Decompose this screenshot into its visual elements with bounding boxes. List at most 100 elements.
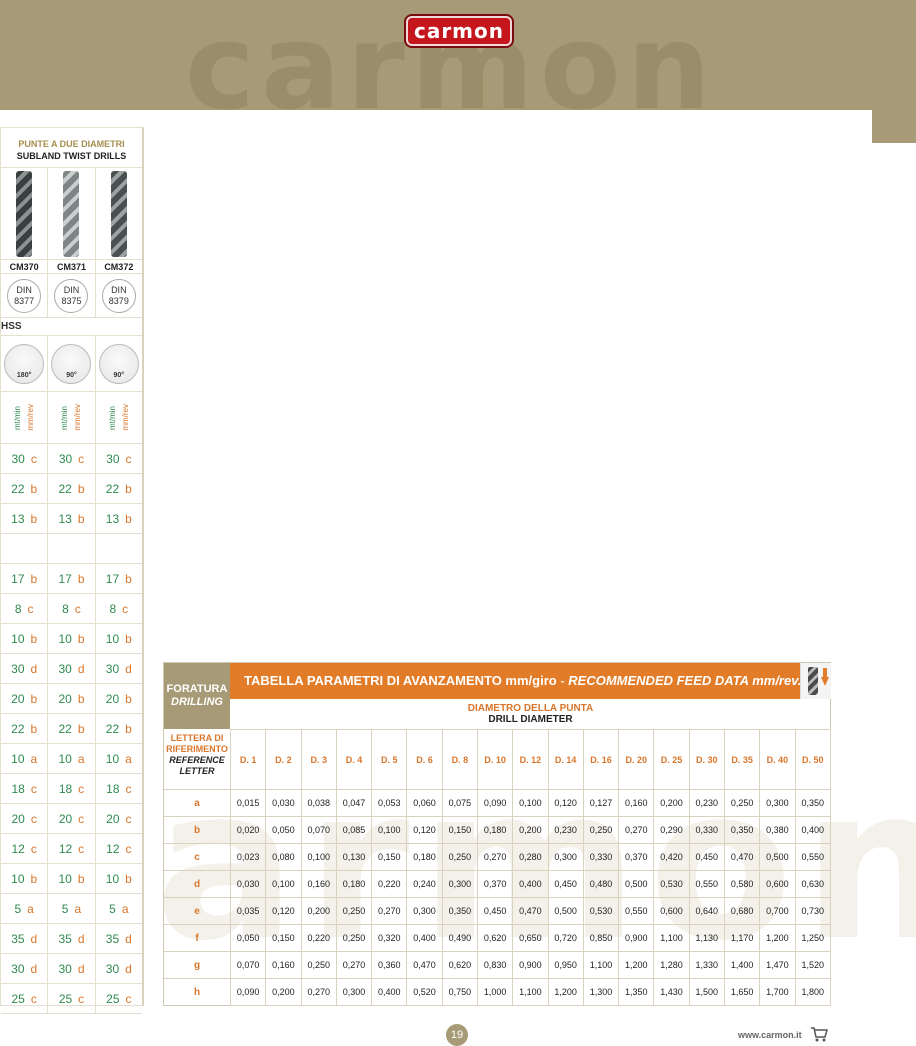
cutting-speed: 20 — [105, 691, 120, 706]
feed-letter: b — [125, 631, 132, 646]
cutting-data-row: 20 c 20 c 20 c — [1, 804, 142, 834]
feed-value: 0,090 — [229, 978, 267, 1006]
feed-value: 0,230 — [688, 789, 725, 817]
feed-value: 0,300 — [441, 870, 478, 898]
cutting-data-cell: 30 d — [96, 654, 142, 683]
cutting-data-cell: 25 c — [48, 984, 96, 1013]
feed-value: 0,250 — [723, 789, 761, 817]
cutting-data-cell: 20 c — [1, 804, 49, 833]
cutting-speed: 8 — [14, 601, 22, 616]
cutting-data-cell: 10 a — [96, 744, 142, 773]
table-row: 0,090 0,200 0,270 0,300 0,400 0,520 0,750 1,000… — [229, 978, 831, 1006]
feed-value: 0,100 — [512, 789, 549, 817]
feed-value: 1,430 — [653, 978, 690, 1006]
feed-letter: a — [121, 901, 129, 916]
feed-letter: b — [30, 511, 38, 526]
feed-value: 0,038 — [300, 789, 337, 817]
cutting-data-cell: 12 c — [96, 834, 142, 863]
cutting-data-cell — [96, 534, 142, 563]
feed-value: 0,250 — [335, 924, 373, 952]
feed-letter: d — [77, 961, 85, 976]
feed-letter: c — [30, 781, 37, 796]
feed-value: 0,350 — [441, 897, 478, 925]
feed-value: 0,480 — [582, 870, 620, 898]
cutting-data-cell: 22 b — [96, 714, 142, 743]
cutting-data-cell: 35 d — [96, 924, 142, 953]
cutting-data-cell: 30 c — [96, 444, 142, 473]
feed-value: 0,300 — [547, 843, 584, 871]
reference-letter: d — [164, 870, 230, 897]
cutting-speed: 20 — [106, 811, 120, 826]
feed-value: 0,580 — [723, 870, 761, 898]
cutting-data-row — [1, 534, 142, 564]
feed-value: 0,420 — [653, 843, 690, 871]
cutting-data-row: 22 b 22 b 22 b — [1, 474, 142, 504]
cutting-data-cell: 8c — [1, 594, 49, 623]
feed-value: 0,470 — [723, 843, 761, 871]
feed-letter: a — [30, 751, 38, 766]
cutting-data-cell: 30 d — [1, 654, 49, 683]
feed-value: 0,400 — [406, 924, 443, 952]
cutting-speed: 10 — [105, 631, 120, 646]
feed-value: 1,130 — [688, 924, 725, 952]
cutting-data-cell: 35 d — [1, 924, 49, 953]
cutting-speed: 10 — [58, 631, 72, 646]
feed-value: 0,015 — [229, 789, 267, 817]
cutting-data-cell: 18 c — [1, 774, 49, 803]
cutting-speed: 25 — [11, 991, 25, 1006]
product-code[interactable]: CM370 — [1, 260, 49, 273]
feed-value: 0,127 — [582, 789, 620, 817]
product-code[interactable]: CM371 — [48, 260, 96, 273]
product-code[interactable]: CM372 — [96, 260, 142, 273]
cutting-data-row: 30 d 30 d 30 d — [1, 954, 142, 984]
cutting-speed: 20 — [58, 691, 72, 706]
feed-value: 1,350 — [618, 978, 655, 1006]
feed-letter: b — [125, 511, 132, 526]
website-link[interactable]: www.carmon.it — [738, 1030, 802, 1040]
reference-letter: f — [164, 924, 230, 951]
feed-value: 0,500 — [618, 870, 655, 898]
cutting-speed: 30 — [106, 451, 120, 466]
feed-value: 1,800 — [794, 978, 831, 1006]
cutting-data-row: 12 c 12 c 12 c — [1, 834, 142, 864]
cutting-data-cell: 10 a — [48, 744, 96, 773]
feed-value: 0,350 — [723, 816, 761, 844]
feed-value: 1,200 — [618, 951, 655, 979]
feed-value: 0,020 — [229, 816, 267, 844]
feed-value: 0,450 — [476, 897, 514, 925]
cutting-data-cell: 8c — [48, 594, 96, 623]
feed-letter: d — [30, 661, 38, 676]
cutting-speed: 13 — [58, 511, 72, 526]
feed-value: 0,720 — [547, 924, 584, 952]
cutting-speed: 22 — [58, 721, 72, 736]
feed-value: 0,550 — [794, 843, 831, 871]
feed-value: 0,160 — [265, 951, 302, 979]
feed-letter: c — [78, 781, 85, 796]
cutting-data-cell: 22 b — [48, 474, 96, 503]
unit-speed: mt/min — [107, 405, 117, 430]
feed-value: 0,330 — [582, 843, 620, 871]
diameter-column-header: D. 5 — [371, 729, 408, 790]
feed-table: FORATURA DRILLING TABELLA PARAMETRI DI A… — [163, 662, 831, 1006]
cart-icon[interactable] — [810, 1026, 828, 1042]
cutting-data-row: 5a5a5a — [1, 894, 142, 924]
feed-letter: b — [77, 871, 85, 886]
feed-letter: b — [125, 571, 132, 586]
feed-value: 0,320 — [371, 924, 408, 952]
feed-letter: b — [30, 481, 38, 496]
cutting-speed: 30 — [11, 961, 25, 976]
feed-letter: a — [125, 751, 132, 766]
cutting-speed: 30 — [58, 661, 72, 676]
cutting-data-cell: 17 b — [1, 564, 49, 593]
cutting-data-cell: 22 b — [1, 714, 49, 743]
feed-letter: c — [30, 991, 37, 1006]
cutting-speed: 25 — [106, 991, 120, 1006]
cutting-speed: 35 — [58, 931, 72, 946]
page-number: 19 — [446, 1024, 468, 1046]
feed-letter: b — [77, 691, 85, 706]
cutting-speed: 10 — [11, 871, 25, 886]
carmon-logo[interactable]: carmon — [406, 16, 512, 46]
feed-value: 0,230 — [547, 816, 584, 844]
feed-value: 0,400 — [794, 816, 831, 844]
cutting-data-row: 30 d 30 d 30 d — [1, 654, 142, 684]
